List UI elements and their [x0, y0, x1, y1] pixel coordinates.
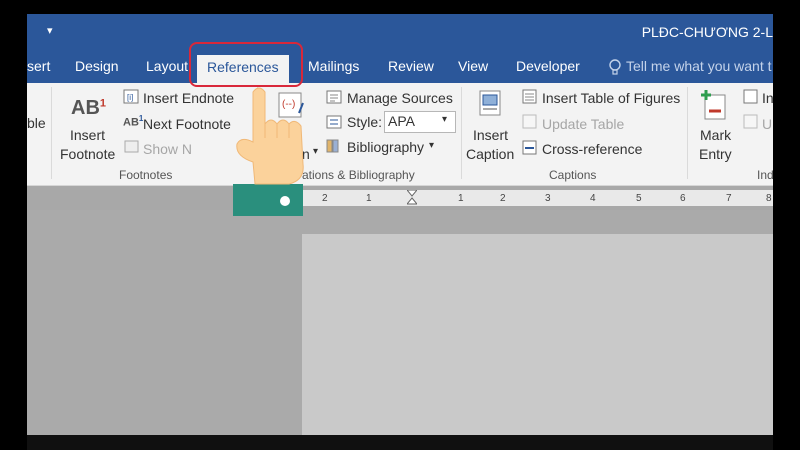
- indent-marker-icon[interactable]: [407, 190, 417, 206]
- horizontal-ruler[interactable]: 2 1 1 2 3 4 5 6 7 8: [302, 190, 773, 206]
- lightbulb-icon: [609, 59, 621, 75]
- svg-text:[i]: [i]: [127, 93, 133, 102]
- show-notes-label: Show N: [143, 141, 193, 157]
- title-bar: ▾ PLĐC-CHƯƠNG 2-L: [27, 14, 773, 50]
- ruler-tick-label: 3: [545, 193, 551, 204]
- tab-view[interactable]: View: [458, 58, 488, 74]
- ruler-tick-label: 1: [458, 193, 464, 204]
- table-of-figures-icon: [522, 89, 537, 104]
- document-title: PLĐC-CHƯƠNG 2-L: [641, 24, 773, 40]
- tab-layout[interactable]: Layout: [146, 58, 188, 74]
- document-area[interactable]: [27, 210, 773, 435]
- bibliography-icon: [326, 139, 339, 153]
- show-notes-icon: [124, 140, 139, 153]
- quick-access-customize-icon[interactable]: ▾: [47, 24, 53, 37]
- tab-insert[interactable]: sert: [27, 58, 50, 74]
- insert-table-of-figures-label: Insert Table of Figures: [542, 90, 681, 106]
- style-dropdown[interactable]: APA ▾: [384, 111, 456, 133]
- ruler-tick-label: 6: [680, 193, 686, 204]
- status-bar: [27, 435, 773, 450]
- bibliography-label: Bibliography: [347, 139, 425, 155]
- manage-sources-label: Manage Sources: [347, 90, 453, 106]
- style-icon: [326, 115, 342, 129]
- tab-developer[interactable]: Developer: [516, 58, 580, 74]
- endnote-icon: [i]: [123, 89, 139, 104]
- style-label: Style:: [347, 114, 383, 130]
- insert-caption-line1: Insert: [473, 127, 509, 143]
- ruler-tick-label: 8: [766, 193, 772, 204]
- pointing-hand-icon: [233, 87, 304, 216]
- insert-index-partial: In: [762, 90, 773, 106]
- style-dropdown-value: APA: [388, 113, 415, 129]
- next-footnote-icon: AB1: [123, 114, 144, 129]
- insert-caption-line2: Caption: [466, 146, 515, 162]
- insert-index-icon: [743, 89, 758, 104]
- manage-sources-icon: [326, 90, 342, 104]
- cross-reference-label: Cross-reference: [542, 141, 643, 157]
- ribbon-tab-bar: sert Design Layout References Mailings R…: [27, 50, 773, 83]
- mark-entry-line1: Mark: [700, 127, 732, 143]
- group-label-captions: Captions: [549, 168, 597, 182]
- ruler-tick-label: 1: [366, 193, 372, 204]
- next-footnote-label: Next Footnote: [143, 116, 231, 132]
- ruler-tick-label: 5: [636, 193, 642, 204]
- mark-entry-line2: Entry: [699, 146, 732, 162]
- insert-endnote-label: Insert Endnote: [143, 90, 235, 106]
- ruler-tick-label: 2: [500, 193, 506, 204]
- chevron-down-icon: ▾: [442, 114, 448, 125]
- group-separator: [461, 87, 462, 179]
- update-table-icon: [522, 114, 537, 129]
- tab-design[interactable]: Design: [75, 58, 119, 74]
- ruler-tick-label: 7: [726, 193, 732, 204]
- ruler-tick-label: 4: [590, 193, 596, 204]
- cross-reference-icon: [522, 140, 537, 155]
- document-page[interactable]: [302, 234, 773, 435]
- tell-me-label: Tell me what you want t: [626, 58, 772, 74]
- group-label-index: Ind: [757, 168, 773, 182]
- tab-review[interactable]: Review: [388, 58, 434, 74]
- insert-footnote-line2: Footnote: [60, 146, 116, 162]
- chevron-down-icon: ▾: [429, 140, 435, 151]
- partial-table-of-contents-label[interactable]: ble: [27, 115, 46, 131]
- update-table-label: Update Table: [542, 116, 625, 132]
- insert-footnote-line1: Insert: [70, 127, 106, 143]
- mark-entry-icon: [701, 90, 726, 120]
- word-window: ▾ PLĐC-CHƯƠNG 2-L sert Design Layout Ref…: [27, 0, 773, 450]
- tab-mailings[interactable]: Mailings: [308, 58, 359, 74]
- group-separator: [687, 87, 688, 179]
- update-index-partial: U: [762, 116, 773, 132]
- ribbon: ble AB1 Insert Footnote [i] Insert Endno…: [27, 83, 773, 186]
- footnote-icon: AB1: [71, 97, 107, 119]
- insert-caption-icon: [479, 90, 501, 116]
- group-separator: [51, 87, 52, 179]
- group-label-footnotes: Footnotes: [119, 168, 173, 182]
- update-index-icon: [743, 114, 758, 129]
